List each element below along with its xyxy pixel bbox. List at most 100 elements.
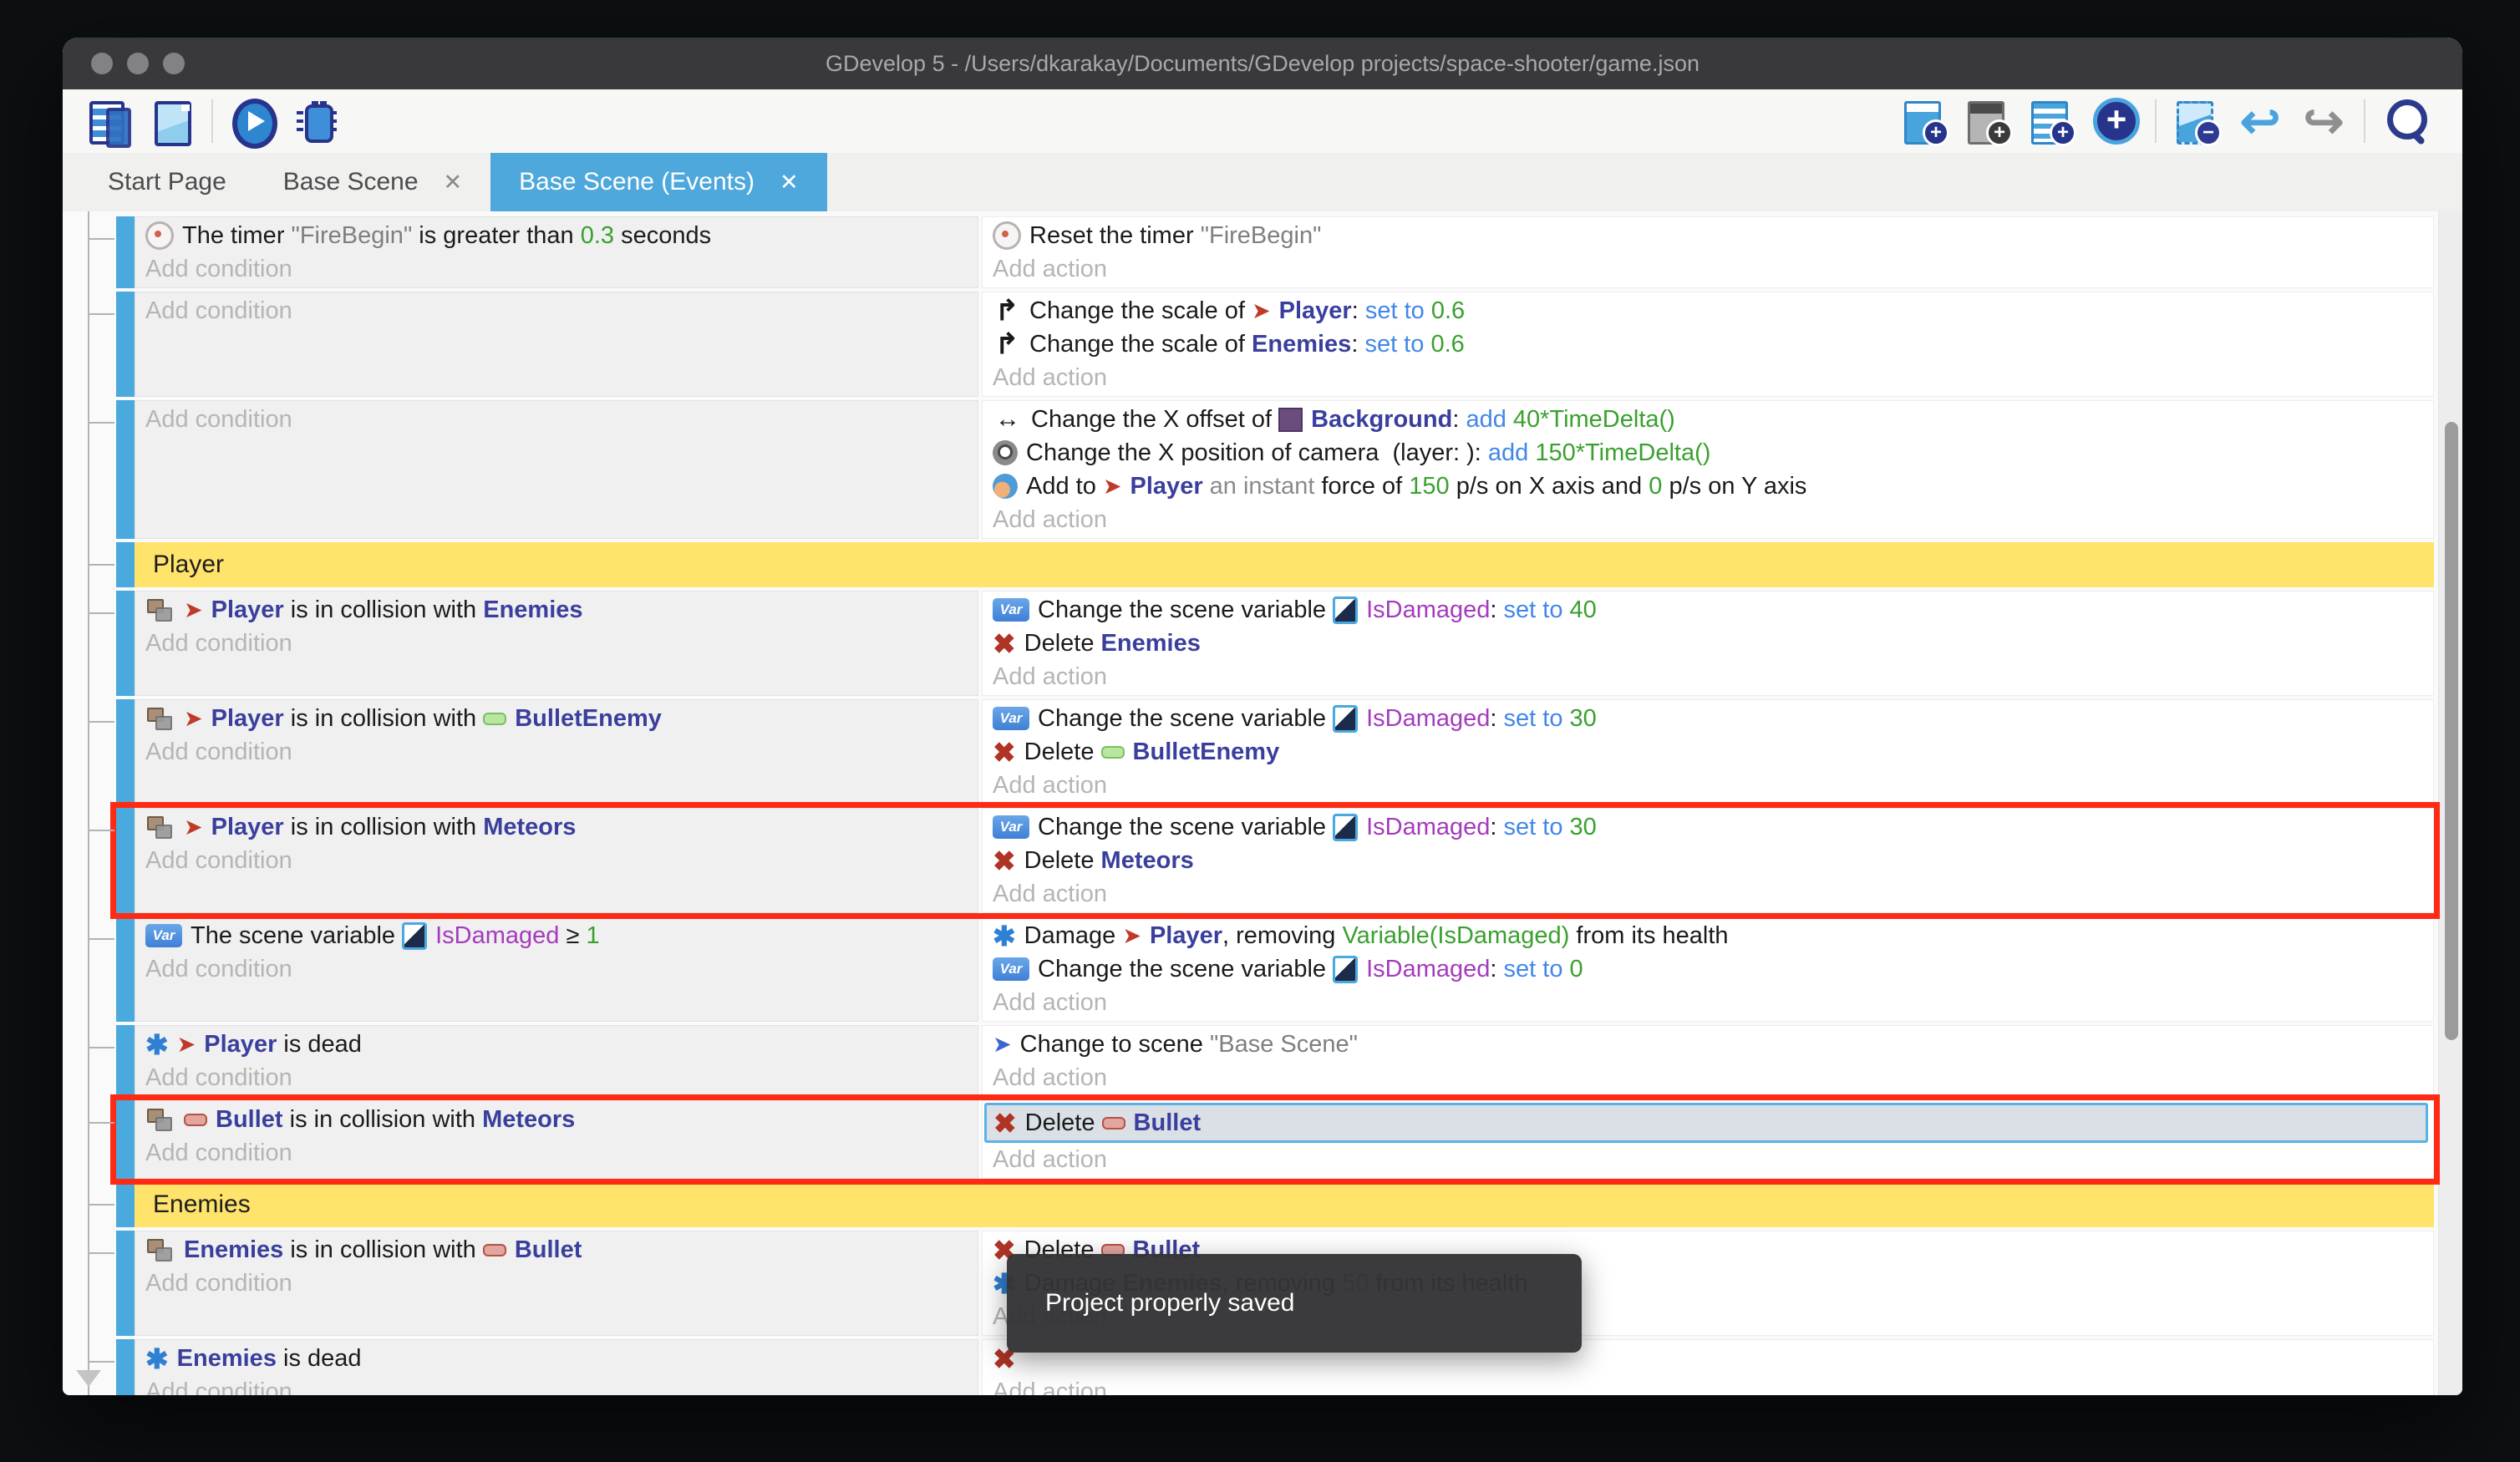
add-action-button[interactable]: Add action (983, 503, 2433, 536)
action-set-isdamaged-30[interactable]: VarChange the scene variable IsDamaged: … (983, 810, 2433, 844)
event-bar (116, 916, 135, 1022)
tab-start-page[interactable]: Start Page (79, 153, 255, 211)
bullet-red-icon (483, 1244, 506, 1256)
tab-base-scene-events[interactable]: Base Scene (Events) ✕ (490, 153, 826, 211)
add-condition-button[interactable]: Add condition (135, 403, 978, 436)
toast-saved: Project properly saved (1007, 1254, 1582, 1353)
text-segment: seconds (614, 222, 711, 250)
debug-icon[interactable] (293, 98, 340, 145)
event-row: ➤Player is in collision with BulletEnemy… (116, 699, 2434, 805)
undo-icon[interactable]: ↩ (2237, 98, 2284, 145)
add-action-button[interactable]: Add action (983, 1375, 2433, 1395)
bullet-red-icon (1102, 1117, 1125, 1129)
project-manager-icon[interactable] (84, 98, 131, 145)
toolbar-separator (2155, 99, 2157, 143)
add-condition-button[interactable]: Add condition (135, 1136, 978, 1170)
condition-player-collision-bulletenemy[interactable]: ➤Player is in collision with BulletEnemy (135, 702, 978, 735)
health-icon: ✱ (145, 1343, 169, 1375)
text-segment: "FireBegin" (292, 222, 413, 250)
add-action-button[interactable]: Add action (983, 660, 2433, 693)
group-label: Player (135, 542, 2434, 587)
tab-base-scene[interactable]: Base Scene ✕ (255, 153, 490, 211)
add-action-button[interactable]: Add action (983, 877, 2433, 911)
add-event-icon[interactable] (1901, 98, 1948, 145)
condition-bullet-collision-meteors[interactable]: Bullet is in collision with Meteors (135, 1103, 978, 1136)
text-segment: is greater than (412, 222, 581, 250)
action-force-player[interactable]: Add to ➤Player an instant force of 150 p… (983, 470, 2433, 503)
action-scale-enemies[interactable]: ↱Change the scale of Enemies: set to 0.6 (983, 327, 2433, 361)
condition-player-collision-meteors[interactable]: ➤Player is in collision with Meteors (135, 810, 978, 844)
action-change-scene[interactable]: ➤Change to scene "Base Scene" (983, 1028, 2433, 1061)
add-condition-button[interactable]: Add condition (135, 294, 978, 327)
close-tab-icon[interactable]: ✕ (444, 170, 463, 195)
action-delete-enemies[interactable]: ✖Delete Enemies (983, 627, 2433, 660)
add-condition-button[interactable]: Add condition (135, 952, 978, 986)
add-condition-button[interactable]: Add condition (135, 252, 978, 286)
condition-isdamaged-gte-1[interactable]: VarThe scene variable IsDamaged ≥ 1 (135, 919, 978, 952)
delete-event-icon[interactable] (2173, 98, 2220, 145)
toolbar-right-group: ↩ ↪ (1901, 98, 2429, 145)
action-set-isdamaged-40[interactable]: VarChange the scene variable IsDamaged: … (983, 593, 2433, 627)
event-row: The timer "FireBegin" is greater than 0.… (116, 216, 2434, 288)
text-segment: Player (1130, 473, 1203, 500)
action-x-offset-background[interactable]: ↔Change the X offset of Background: add … (983, 403, 2433, 436)
condition-enemies-collision-bullet[interactable]: Enemies is in collision with Bullet (135, 1233, 978, 1267)
text-segment: Variable(IsDamaged) (1342, 922, 1569, 950)
scrollbar-thumb[interactable] (2445, 422, 2458, 1040)
condition-enemies-is-dead[interactable]: ✱Enemies is dead (135, 1342, 978, 1375)
add-circle-icon[interactable] (2091, 98, 2138, 145)
actions-column: ➤Change to scene "Base Scene"Add action (982, 1025, 2434, 1097)
event-group-bar (116, 542, 135, 587)
force-icon (993, 474, 1018, 499)
text-segment: : (1490, 705, 1503, 733)
text-segment: 40 (1570, 596, 1597, 624)
scene-editor-icon[interactable] (148, 98, 195, 145)
add-condition-button[interactable]: Add condition (135, 735, 978, 769)
text-segment: Damage (1024, 922, 1123, 950)
text-segment: Player (211, 596, 284, 624)
condition-timer-firebegin[interactable]: The timer "FireBegin" is greater than 0.… (135, 219, 978, 252)
conditions-column: Add condition (135, 292, 978, 397)
event-group-row[interactable]: Player (116, 542, 2434, 587)
action-delete-bulletenemy[interactable]: ✖Delete BulletEnemy (983, 735, 2433, 769)
action-delete-meteors[interactable]: ✖Delete Meteors (983, 844, 2433, 877)
add-action-button[interactable]: Add action (983, 1061, 2433, 1094)
add-action-button[interactable]: Add action (983, 986, 2433, 1019)
player-object-icon: ➤ (184, 815, 203, 840)
action-set-isdamaged-0[interactable]: VarChange the scene variable IsDamaged: … (983, 952, 2433, 986)
add-action-button[interactable]: Add action (983, 1143, 2433, 1176)
action-damage-player[interactable]: ✱Damage ➤Player, removing Variable(IsDam… (983, 919, 2433, 952)
event-group-row[interactable]: Enemies (116, 1182, 2434, 1227)
event-row: Bullet is in collision with MeteorsAdd c… (116, 1100, 2434, 1179)
condition-player-collision-enemies[interactable]: ➤Player is in collision with Enemies (135, 593, 978, 627)
search-icon[interactable] (2382, 98, 2429, 145)
text-segment: Player (211, 705, 284, 733)
action-camera-x[interactable]: Change the X position of camera (layer: … (983, 436, 2433, 470)
toolbar-separator (211, 99, 213, 143)
redo-icon[interactable]: ↪ (2300, 98, 2347, 145)
text-segment: set to (1364, 331, 1430, 358)
add-condition-button[interactable]: Add condition (135, 1267, 978, 1300)
add-action-button[interactable]: Add action (983, 252, 2433, 286)
condition-player-is-dead[interactable]: ✱➤Player is dead (135, 1028, 978, 1061)
text-segment: set to (1504, 596, 1570, 624)
add-condition-button[interactable]: Add condition (135, 1375, 978, 1395)
add-condition-button[interactable]: Add condition (135, 1061, 978, 1094)
scrollbar-track[interactable] (2438, 211, 2462, 1395)
action-delete-bullet[interactable]: ✖Delete Bullet (984, 1103, 2428, 1143)
group-label: Enemies (135, 1182, 2434, 1227)
add-condition-button[interactable]: Add condition (135, 627, 978, 660)
close-tab-icon[interactable]: ✕ (780, 170, 799, 195)
action-scale-player[interactable]: ↱Change the scale of ➤Player: set to 0.6 (983, 294, 2433, 327)
add-action-button[interactable]: Add action (983, 361, 2433, 394)
action-set-isdamaged-30[interactable]: VarChange the scene variable IsDamaged: … (983, 702, 2433, 735)
text-segment: 30 (1570, 814, 1597, 841)
add-sub-event-icon[interactable] (1964, 98, 2011, 145)
add-condition-button[interactable]: Add condition (135, 844, 978, 877)
event-bar (116, 699, 135, 805)
play-icon[interactable] (230, 98, 277, 145)
add-comment-icon[interactable] (2028, 98, 2075, 145)
add-action-button[interactable]: Add action (983, 769, 2433, 802)
text-segment: 0.6 (1430, 331, 1464, 358)
action-reset-timer[interactable]: Reset the timer "FireBegin" (983, 219, 2433, 252)
